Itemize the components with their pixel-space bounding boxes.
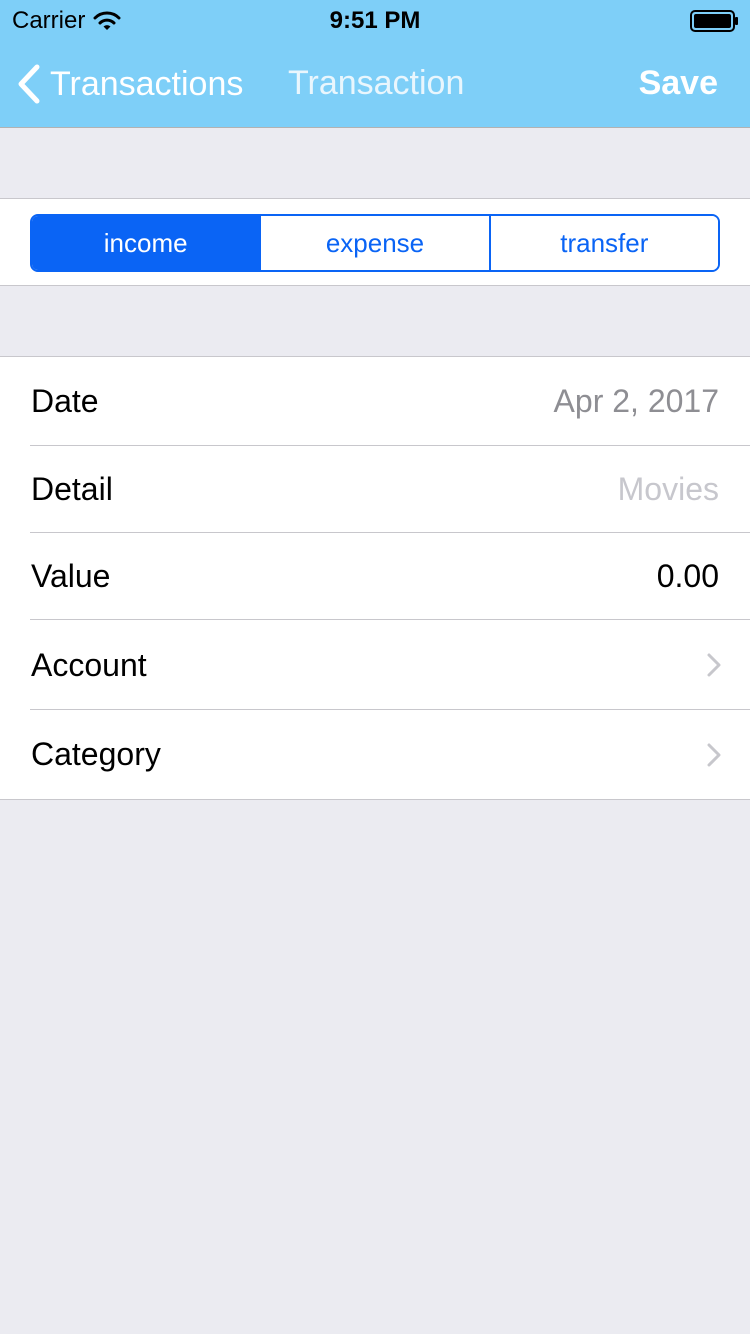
type-selector-section: income expense transfer [0, 198, 750, 286]
value-label: Value [31, 558, 111, 594]
nav-bar: Transactions Transaction Save [0, 40, 750, 128]
value-row[interactable]: Value 0.00 [0, 533, 750, 620]
back-button[interactable]: Transactions [16, 62, 243, 106]
chevron-right-icon [707, 743, 721, 766]
chevron-right-icon [707, 653, 721, 677]
date-label: Date [31, 383, 99, 419]
account-label: Account [31, 646, 147, 683]
detail-field[interactable]: Movies [618, 446, 719, 533]
status-time: 9:51 PM [329, 7, 421, 34]
detail-label: Detail [31, 471, 113, 507]
status-bar: Carrier 9:51 PM [0, 0, 750, 40]
page-title: Transaction [288, 64, 465, 102]
battery-icon [690, 10, 738, 32]
category-row[interactable]: Category [0, 710, 750, 799]
date-value[interactable]: Apr 2, 2017 [554, 357, 719, 446]
category-label: Category [31, 736, 161, 772]
back-button-label: Transactions [50, 64, 244, 103]
navigation-header: Carrier 9:51 PM Transactions Transaction… [0, 0, 750, 128]
chevron-left-icon [18, 64, 40, 104]
date-row[interactable]: Date Apr 2, 2017 [0, 357, 750, 446]
transaction-type-segmented-control: income expense transfer [30, 214, 720, 272]
value-field[interactable]: 0.00 [657, 533, 719, 620]
transaction-form: Date Apr 2, 2017 Detail Movies Value 0.0… [0, 356, 750, 800]
account-row[interactable]: Account [0, 620, 750, 710]
segment-expense[interactable]: expense [259, 216, 489, 270]
segment-transfer[interactable]: transfer [488, 216, 718, 270]
segment-income[interactable]: income [32, 216, 260, 270]
detail-row[interactable]: Detail Movies [0, 446, 750, 533]
save-button[interactable]: Save [639, 64, 718, 103]
